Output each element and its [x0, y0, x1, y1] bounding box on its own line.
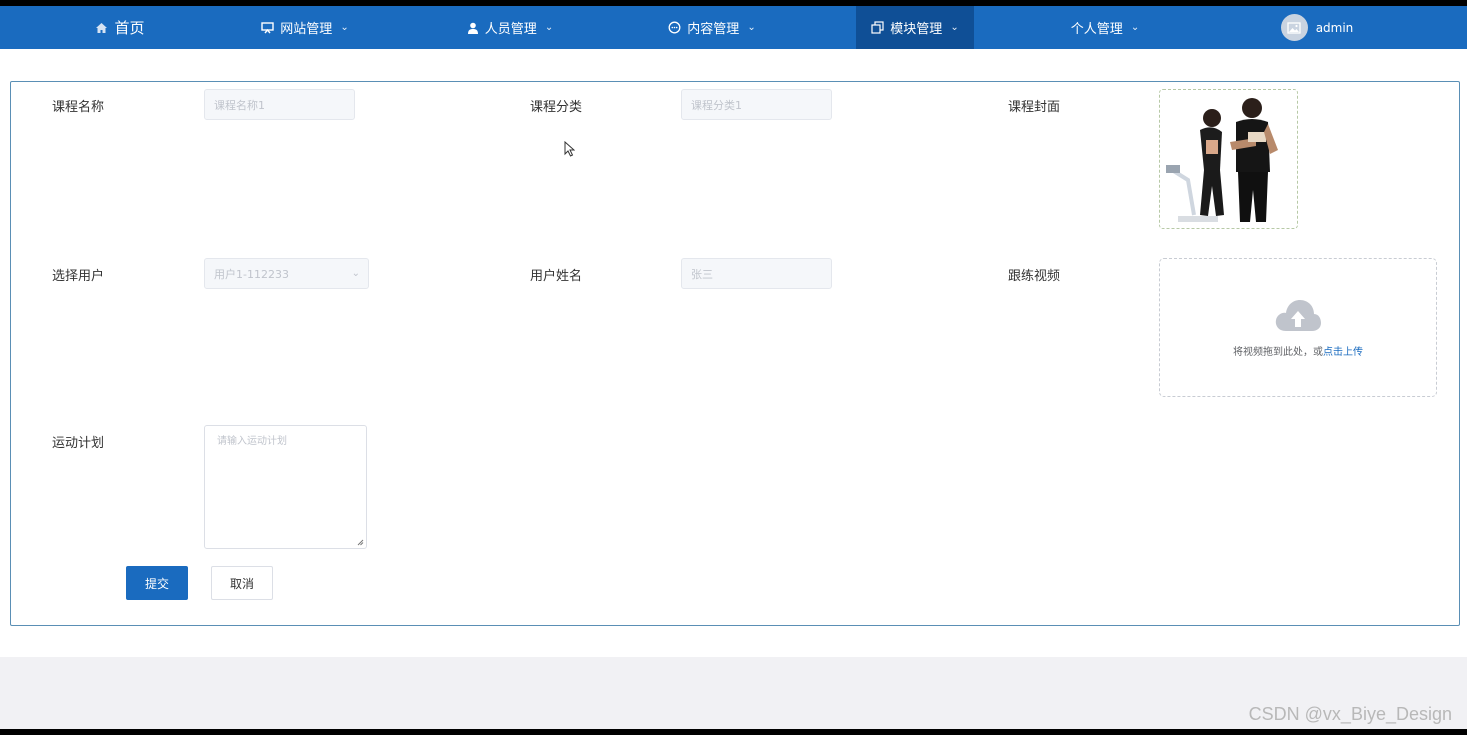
watermark-text: CSDN @vx_Biye_Design [1248, 704, 1452, 724]
chevron-down-icon: ⌄ [544, 22, 554, 33]
submit-button[interactable]: 提交 [126, 566, 188, 600]
chevron-down-icon: ⌄ [1130, 22, 1140, 33]
user-icon [467, 22, 479, 34]
nav-site-management-label: 网站管理 [280, 22, 333, 37]
app-window: 首页 网站管理 ⌄ 人员管理 ⌄ 内容管理 ⌄ 模块管理 ⌄ 个人管理 ⌄ ad… [0, 0, 1467, 735]
mouse-pointer-icon [564, 141, 575, 157]
cloud-upload-icon [1274, 297, 1322, 337]
copy-icon [871, 21, 884, 34]
course-cover-label: 课程封面 [1008, 100, 1061, 115]
course-category-label: 课程分类 [530, 100, 583, 115]
exercise-plan-placeholder: 请输入运动计划 [217, 436, 287, 447]
nav-personal-management[interactable]: 个人管理 ⌄ [1050, 6, 1160, 49]
upload-click-link[interactable]: 点击上传 [1323, 347, 1363, 358]
nav-content-management[interactable]: 内容管理 ⌄ [652, 6, 772, 49]
chevron-down-icon: ⌄ [351, 268, 360, 279]
user-name-input[interactable]: 张三 [681, 258, 832, 289]
top-navbar: 首页 网站管理 ⌄ 人员管理 ⌄ 内容管理 ⌄ 模块管理 ⌄ 个人管理 ⌄ ad… [0, 6, 1467, 49]
video-label: 跟练视频 [1008, 269, 1061, 284]
exercise-plan-label: 运动计划 [52, 436, 105, 451]
nav-content-management-label: 内容管理 [687, 22, 740, 37]
nav-personal-management-label: 个人管理 [1070, 22, 1123, 37]
page-footer-area [0, 657, 1467, 729]
select-user-value: 用户1-112233 [214, 267, 289, 281]
nav-user-management[interactable]: 人员管理 ⌄ [450, 6, 570, 49]
course-form: 课程名称 课程名称1 课程分类 课程分类1 课程封面 选择用户 用户1-1122… [10, 81, 1460, 626]
exercise-plan-textarea[interactable]: 请输入运动计划 [204, 425, 367, 549]
monitor-icon [261, 21, 274, 34]
avatar [1280, 14, 1308, 41]
admin-username: admin [1315, 20, 1354, 35]
course-name-label: 课程名称 [52, 100, 105, 115]
course-cover-image [1160, 90, 1297, 228]
main-content: 课程名称 课程名称1 课程分类 课程分类1 课程封面 选择用户 用户1-1122… [0, 49, 1467, 657]
image-icon [1287, 21, 1301, 34]
select-user-dropdown[interactable]: 用户1-112233 ⌄ [204, 258, 369, 289]
course-name-input[interactable]: 课程名称1 [204, 89, 355, 120]
select-user-label: 选择用户 [52, 269, 105, 284]
nav-user-management-label: 人员管理 [484, 22, 537, 37]
video-upload-dropzone[interactable]: 将视频拖到此处，或点击上传 [1159, 258, 1437, 397]
nav-module-management[interactable]: 模块管理 ⌄ [856, 6, 974, 49]
chevron-down-icon: ⌄ [340, 22, 349, 33]
nav-site-management[interactable]: 网站管理 ⌄ [245, 6, 365, 49]
cancel-button[interactable]: 取消 [211, 566, 273, 600]
resize-grip-icon[interactable] [357, 539, 364, 546]
upload-hint: 将视频拖到此处，或点击上传 [1233, 343, 1363, 358]
course-cover-upload[interactable] [1159, 89, 1298, 229]
nav-admin-profile[interactable]: admin [1262, 6, 1372, 49]
nav-home[interactable]: 首页 [60, 6, 180, 49]
course-category-input[interactable]: 课程分类1 [681, 89, 832, 120]
nav-home-label: 首页 [114, 19, 145, 37]
home-icon [95, 22, 108, 34]
upload-hint-text: 将视频拖到此处，或 [1233, 347, 1323, 358]
chat-bubble-icon [668, 21, 681, 34]
user-name-label: 用户姓名 [530, 269, 583, 284]
chevron-down-icon: ⌄ [747, 22, 756, 33]
chevron-down-icon: ⌄ [950, 22, 959, 33]
nav-module-management-label: 模块管理 [890, 22, 943, 37]
